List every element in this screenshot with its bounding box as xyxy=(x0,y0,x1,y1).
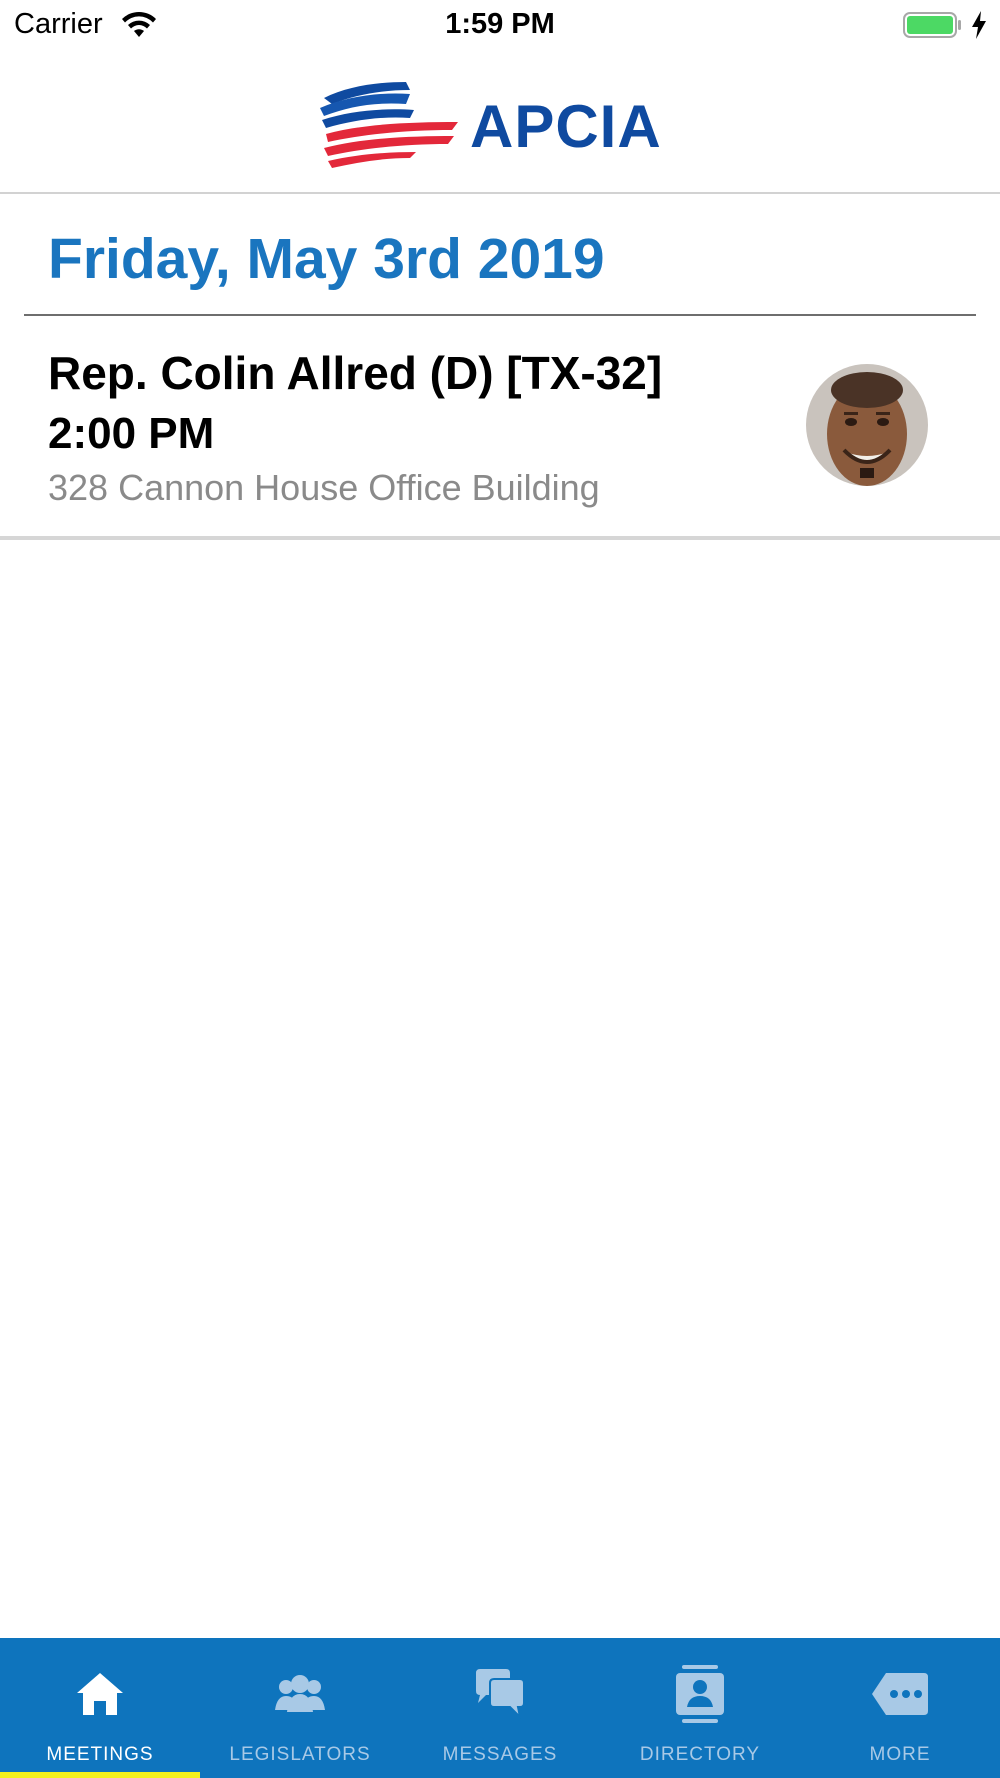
tab-directory[interactable]: DIRECTORY xyxy=(600,1638,800,1778)
more-icon xyxy=(872,1673,928,1715)
active-tab-indicator xyxy=(0,1772,200,1778)
home-icon xyxy=(77,1673,123,1715)
tab-more[interactable]: MORE xyxy=(800,1638,1000,1778)
logo-flag-swoosh-icon xyxy=(320,82,458,168)
tab-label: DIRECTORY xyxy=(639,1744,761,1765)
legislator-photo xyxy=(806,364,928,486)
battery-icon xyxy=(903,12,961,38)
tab-label: MORE xyxy=(869,1744,931,1765)
meeting-location: 328 Cannon House Office Building xyxy=(48,467,600,508)
tab-label: MEETINGS xyxy=(46,1744,154,1765)
meeting-date-heading: Friday, May 3rd 2019 xyxy=(48,227,605,291)
logo-text: APCIA xyxy=(470,93,662,160)
apcia-logo: APCIA xyxy=(318,68,682,174)
tab-legislators[interactable]: LEGISLATORS xyxy=(200,1638,400,1778)
meeting-list-item[interactable]: Rep. Colin Allred (D) [TX-32] 2:00 PM 32… xyxy=(0,316,1000,540)
status-bar: Carrier 1:59 PM xyxy=(0,0,1000,50)
tab-label: LEGISLATORS xyxy=(229,1744,371,1765)
legislator-name: Rep. Colin Allred (D) [TX-32] xyxy=(48,347,663,399)
tab-messages[interactable]: MESSAGES xyxy=(400,1638,600,1778)
app-header: APCIA xyxy=(0,50,1000,194)
bottom-tab-bar: MEETINGS LEGISLATORS MESSAGES DIRECTORY … xyxy=(0,1638,1000,1778)
status-time: 1:59 PM xyxy=(445,8,555,40)
charging-bolt-icon xyxy=(972,11,986,39)
chat-bubbles-icon xyxy=(476,1669,525,1719)
tab-label: MESSAGES xyxy=(442,1744,558,1765)
contact-card-icon xyxy=(676,1665,724,1723)
tab-meetings[interactable]: MEETINGS xyxy=(0,1638,200,1778)
people-icon xyxy=(275,1675,325,1712)
legislator-avatar xyxy=(806,364,928,486)
meeting-time: 2:00 PM xyxy=(48,409,215,458)
